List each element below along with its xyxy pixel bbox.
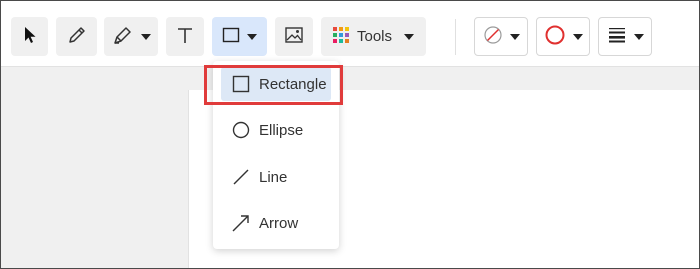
color-grid-icon [332, 26, 349, 47]
menu-item-label: Arrow [259, 214, 299, 232]
menu-item-ellipse[interactable]: Ellipse [221, 113, 331, 147]
menu-item-rectangle[interactable]: Rectangle [221, 67, 331, 101]
chevron-down-icon [633, 33, 644, 40]
stroke-circle-icon [544, 24, 566, 50]
rectangle-icon [231, 74, 251, 94]
menu-item-label: Line [259, 168, 288, 186]
line-weight-button[interactable] [598, 17, 652, 56]
select-tool-button[interactable] [11, 17, 48, 56]
line-icon [231, 167, 251, 187]
line-weight-icon [607, 27, 627, 47]
text-tool-button[interactable] [166, 17, 204, 56]
pen-tool-button[interactable] [56, 17, 97, 56]
stroke-color-button[interactable] [536, 17, 590, 56]
app-frame: Tools Rectangle Ellipse Line Arrow [0, 0, 700, 269]
toolbar: Tools [1, 1, 699, 67]
menu-item-arrow[interactable]: Arrow [221, 206, 331, 240]
pointer-arrow-icon [22, 26, 38, 48]
chevron-down-icon [509, 33, 520, 40]
arrow-icon [231, 213, 251, 233]
no-fill-icon [483, 25, 503, 49]
rectangle-shape-icon [222, 26, 240, 48]
fill-color-button[interactable] [474, 17, 528, 56]
image-icon [284, 26, 304, 48]
ellipse-icon [231, 120, 251, 140]
text-icon [175, 25, 195, 49]
shapes-tool-button[interactable] [212, 17, 267, 56]
menu-item-line[interactable]: Line [221, 160, 331, 194]
shapes-dropdown-menu: Rectangle Ellipse Line Arrow [213, 61, 339, 249]
highlighter-tool-button[interactable] [104, 17, 158, 56]
toolbar-divider [455, 19, 456, 55]
image-tool-button[interactable] [275, 17, 313, 56]
menu-item-label: Ellipse [259, 121, 304, 139]
menu-item-label: Rectangle [259, 75, 327, 93]
highlighter-icon [112, 24, 134, 50]
pencil-icon [66, 24, 88, 50]
tools-menu-button[interactable]: Tools [321, 17, 426, 56]
chevron-down-icon [572, 33, 583, 40]
chevron-down-icon [140, 33, 151, 40]
chevron-down-icon [404, 33, 415, 40]
tools-label: Tools [356, 28, 393, 45]
chevron-down-icon [247, 33, 257, 40]
